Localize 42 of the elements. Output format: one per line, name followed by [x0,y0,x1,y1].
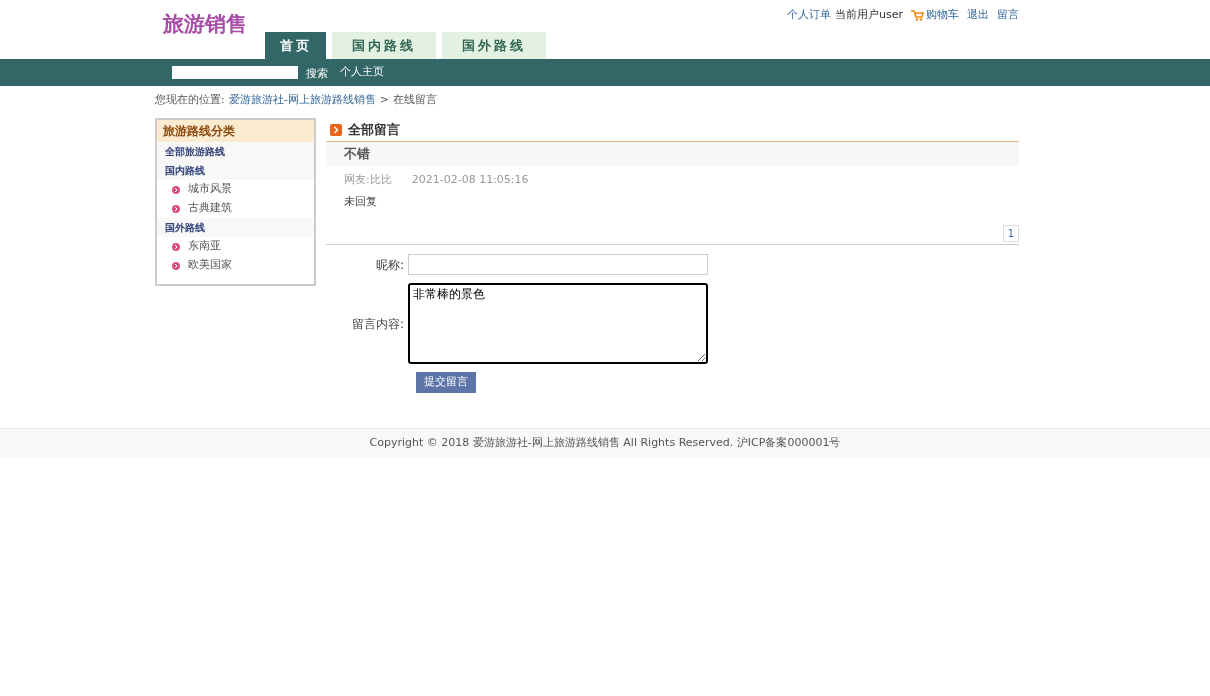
nav-tab[interactable]: 国外路线 [442,32,546,59]
page-link[interactable]: 1 [1002,225,1019,242]
header-link[interactable]: 退出 [967,7,989,24]
content-label: 留言内容: [350,315,405,333]
category-link[interactable]: 古典建筑 [188,200,232,217]
search-button[interactable]: 搜索 [306,65,328,83]
nickname-label: 昵称: [374,256,405,274]
breadcrumb-current: 在线留言 [392,91,437,108]
message-time: 2021-02-08 11:05:16 [411,171,529,188]
current-user-label: 当前用户user [835,7,903,23]
breadcrumb-separator: > [379,91,389,108]
cart-icon [911,9,924,21]
category-group[interactable]: 国内路线 [157,161,314,180]
copyright-text: Copyright © 2018 爱游旅游社-网上旅游路线销售 All Rights Reserved. 沪ICP备案000001号 [369,434,841,451]
breadcrumb-link[interactable]: 爱游旅游社-网上旅游路线销售 [228,91,376,109]
breadcrumb-label: 您现在的位置: [155,91,225,108]
bullet-icon [172,204,180,213]
nav-tab[interactable]: 国内路线 [332,32,436,59]
submit-button[interactable]: 提交留言 [416,372,476,393]
category-link[interactable]: 城市风景 [188,181,232,198]
nav-tab[interactable]: 首页 [265,32,326,59]
cart-link[interactable]: 购物车 [926,7,959,24]
arrow-icon [330,123,342,136]
message-author: 网友:比比 [344,171,392,188]
search-field[interactable] [172,66,298,79]
section-title: 全部留言 [348,120,400,139]
category-link[interactable]: 欧美国家 [188,257,232,274]
bullet-icon [172,242,180,251]
message-subject: 不错 [344,145,370,164]
category-title: 旅游路线分类 [157,120,314,142]
site-logo: 旅游销售 [163,11,248,38]
category-group[interactable]: 国外路线 [157,218,314,237]
category-group[interactable]: 全部旅游路线 [157,142,314,161]
bullet-icon [172,261,180,270]
bullet-icon [172,185,180,194]
category-link[interactable]: 东南亚 [188,238,221,255]
nickname-field[interactable] [408,254,708,275]
header-link[interactable]: 个人订单 [787,7,831,24]
message-reply: 未回复 [343,194,378,210]
nav-link[interactable]: 个人主页 [340,64,384,81]
header-link[interactable]: 留言 [997,7,1019,24]
content-field[interactable]: 非常棒的景色 [408,283,708,364]
